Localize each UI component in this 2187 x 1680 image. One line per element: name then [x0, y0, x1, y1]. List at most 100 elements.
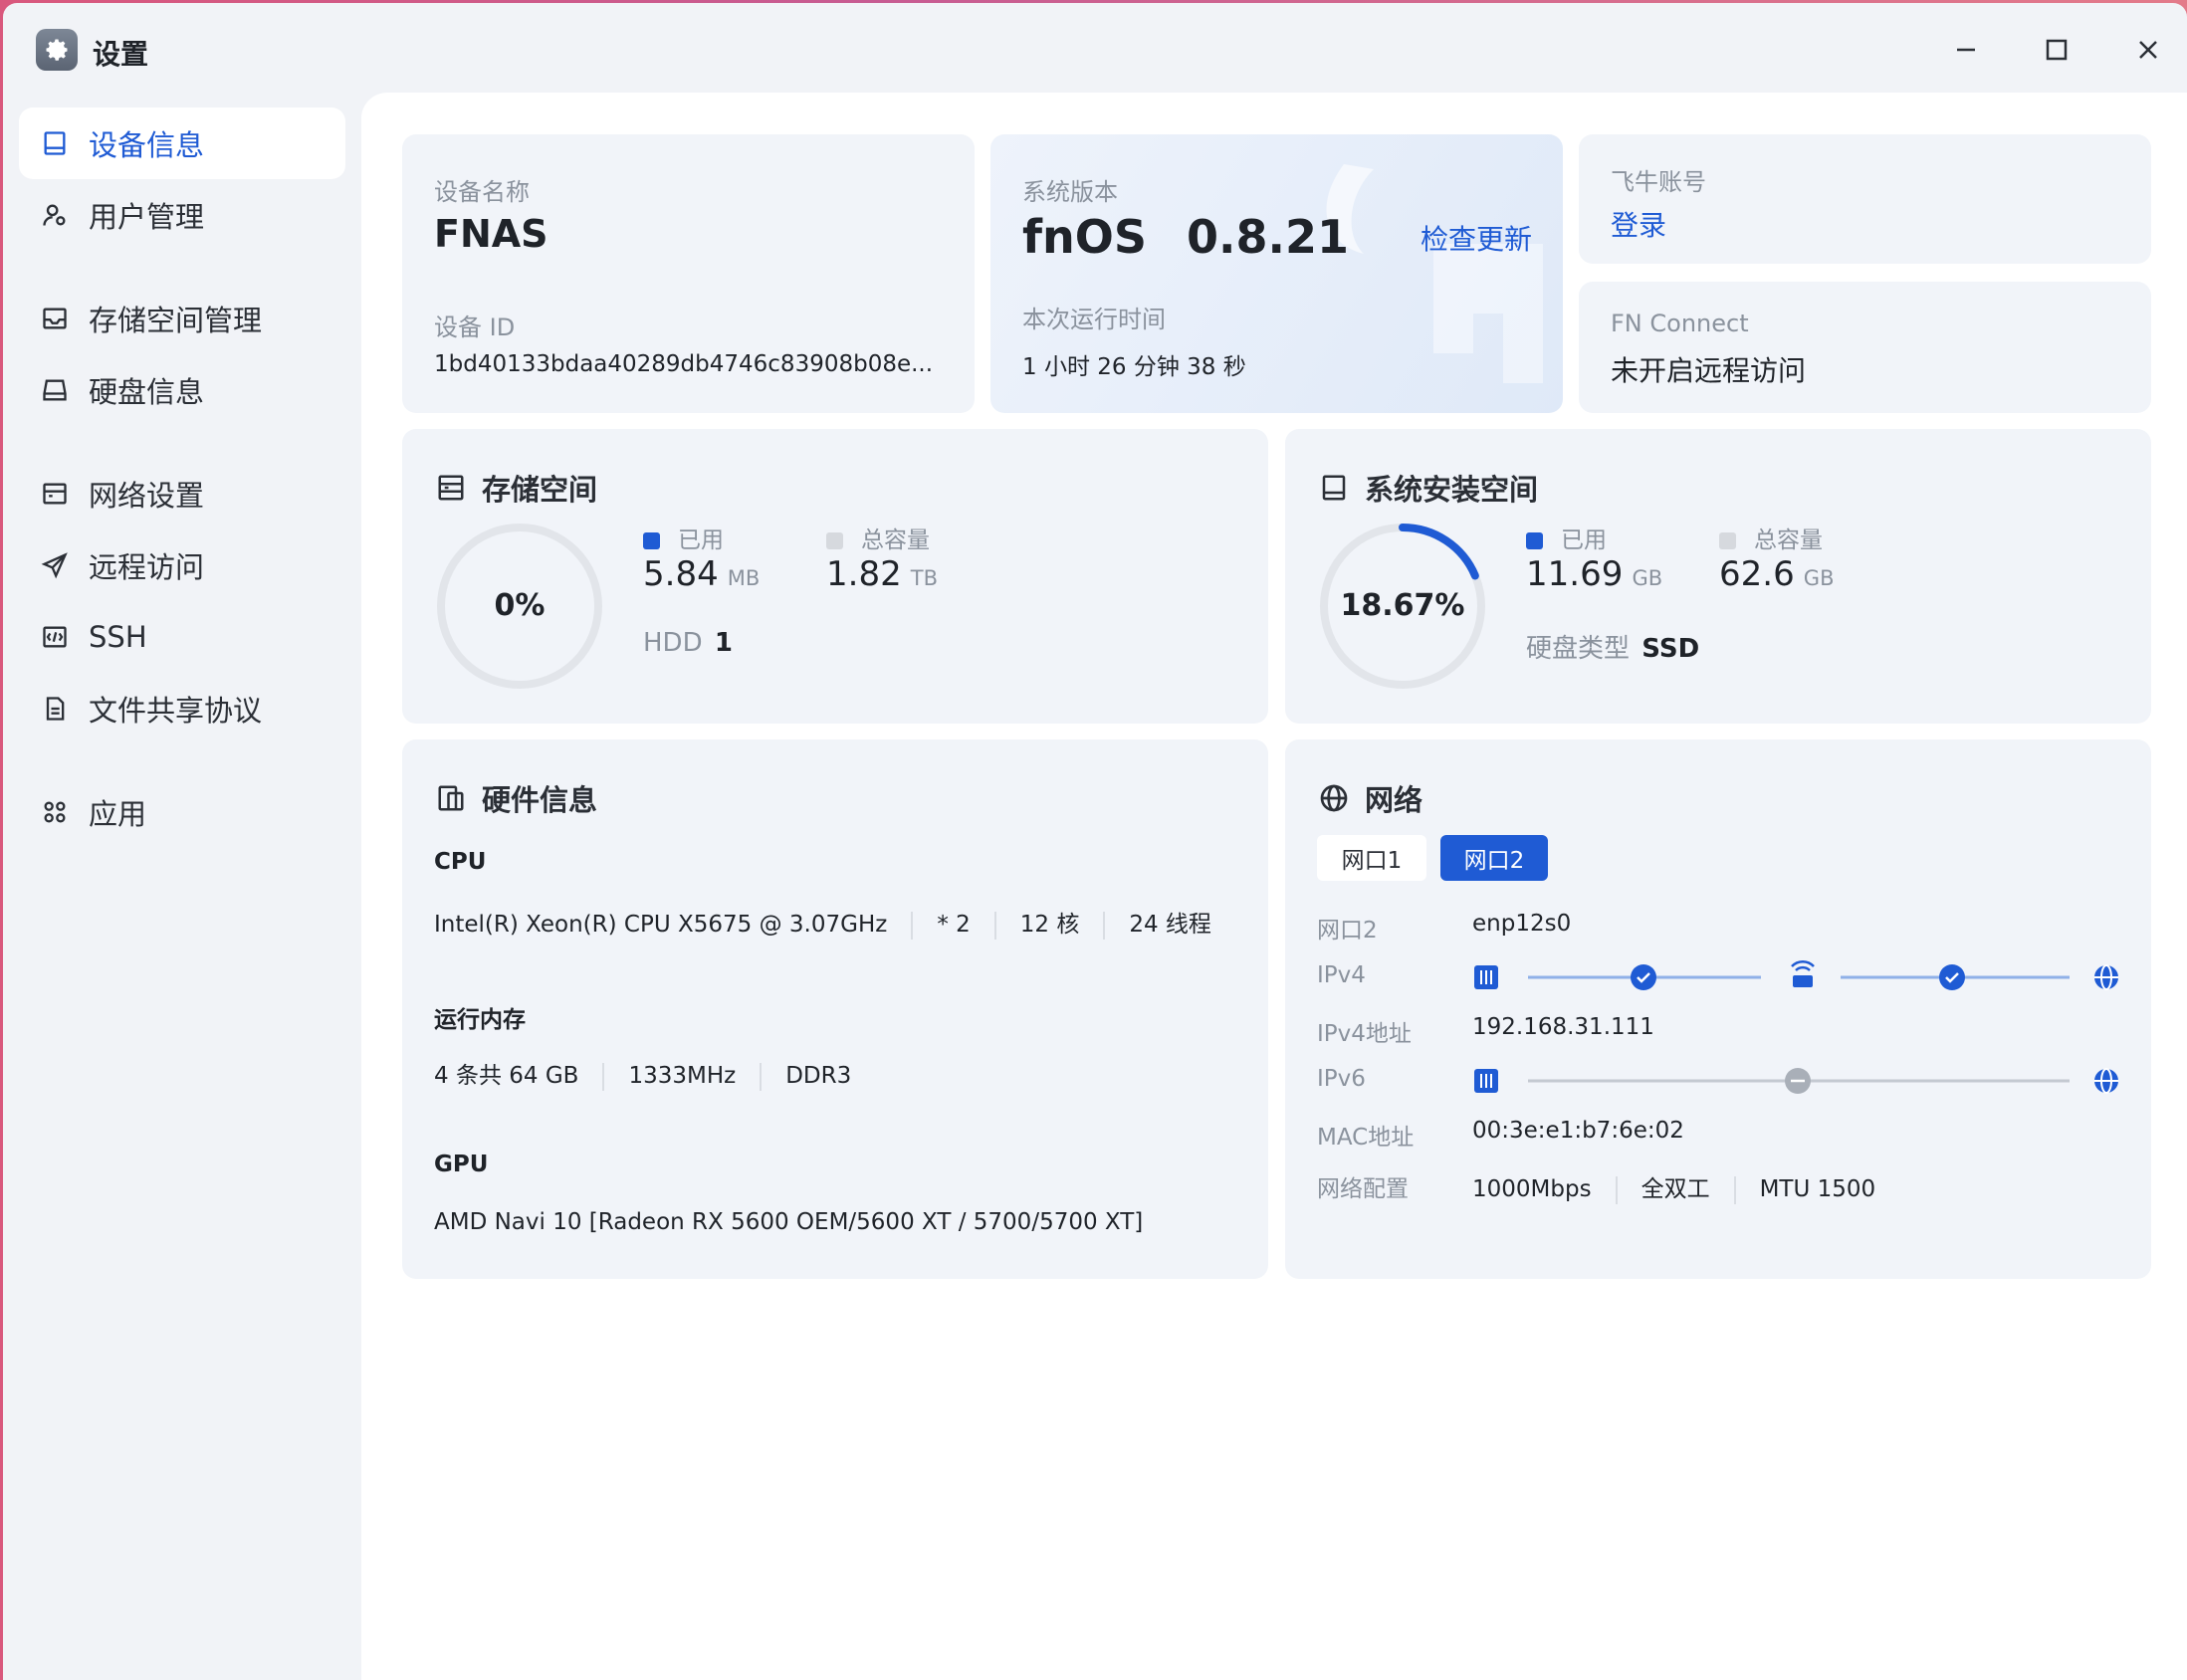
divider [1103, 911, 1106, 940]
memory-size: 4 条共 64 GB [434, 1063, 579, 1089]
divider [760, 1062, 763, 1091]
memory-type: DDR3 [785, 1063, 852, 1089]
ipv4-address-row: IPv4地址 192.168.31.111 [1317, 1014, 2133, 1054]
sysdisk-percent: 18.67% [1340, 588, 1465, 623]
network-config-value: 1000Mbps 全双工 MTU 1500 [1472, 1169, 1875, 1204]
port-value: enp12s0 [1472, 911, 1572, 937]
cpu-model: Intel(R) Xeon(R) CPU X5675 @ 3.07GHz [434, 912, 888, 938]
maximize-icon [2046, 39, 2068, 61]
sysdisk-total-value: 62.6 GB [1719, 554, 1834, 594]
sidebar-item-disk-info[interactable]: 硬盘信息 [19, 354, 345, 426]
hdd-label: HDD [643, 628, 703, 658]
sidebar-item-label: 硬盘信息 [89, 375, 205, 409]
network-title: 网络 [1317, 777, 1422, 819]
file-icon [39, 693, 71, 725]
close-button[interactable] [2123, 25, 2173, 75]
device-card: 设备名称 FNAS 设备 ID 1bd40133bdaa40289db4746c… [402, 134, 975, 413]
settings-window: 设置 设备信息 用户管理 存储空间管理 硬盘信息 网络设置 远程访问 SSH 文… [3, 3, 2187, 1680]
storage-title-text: 存储空间 [482, 473, 598, 507]
sidebar-item-device-info[interactable]: 设备信息 [19, 107, 345, 179]
storage-total-legend: 总容量 [826, 521, 930, 554]
mtu-value: MTU 1500 [1759, 1176, 1876, 1202]
hardware-icon [434, 781, 468, 815]
legend-total-label: 总容量 [1754, 527, 1823, 553]
user-icon [39, 199, 71, 231]
disk-icon [39, 374, 71, 406]
disk-type-label: 硬盘类型 [1526, 634, 1631, 664]
storage-icon [39, 303, 71, 334]
sidebar-item-label: 用户管理 [89, 200, 205, 234]
sysdisk-used-legend: 已用 [1526, 521, 1607, 554]
memory-details: 4 条共 64 GB 1333MHz DDR3 [434, 1056, 851, 1091]
divider [1615, 1175, 1618, 1204]
memory-speed: 1333MHz [628, 1063, 737, 1089]
cpu-details: Intel(R) Xeon(R) CPU X5675 @ 3.07GHz * 2 1… [434, 905, 1211, 940]
sidebar-item-storage-management[interactable]: 存储空间管理 [19, 283, 345, 354]
legend-total-label: 总容量 [861, 527, 930, 553]
minimize-button[interactable] [1941, 25, 1991, 75]
maximize-button[interactable] [2032, 25, 2081, 75]
storage-used-value: 5.84 MB [643, 554, 760, 594]
sidebar: 设备信息 用户管理 存储空间管理 硬盘信息 网络设置 远程访问 SSH 文件共享… [3, 95, 361, 1680]
link-speed: 1000Mbps [1472, 1176, 1592, 1202]
check-icon [1939, 964, 1965, 990]
os-name: fnOS [1022, 210, 1147, 264]
device-name-label: 设备名称 [434, 178, 530, 206]
sysdisk-total-unit: GB [1803, 566, 1835, 590]
legend-used-swatch [1526, 532, 1543, 549]
sidebar-item-user-management[interactable]: 用户管理 [19, 179, 345, 251]
system-install-space-card[interactable]: 系统安装空间 18.67% 已用 总容量 11.69 GB 62.6 GB 硬盘… [1285, 429, 2151, 724]
fn-connect-status: 未开启远程访问 [1611, 354, 1807, 387]
sysdisk-used-number: 11.69 [1526, 554, 1624, 594]
storage-total-number: 1.82 [826, 554, 902, 594]
nas-device-icon [1474, 965, 1498, 989]
version-number: 0.8.21 [1187, 210, 1349, 264]
storage-card[interactable]: 存储空间 0% 已用 总容量 5.84 MB 1.82 TB HDD 1 [402, 429, 1268, 724]
ipv4-row: IPv4 [1317, 959, 2133, 1002]
terminal-icon [39, 621, 71, 653]
fn-connect-card: FN Connect 未开启远程访问 [1579, 282, 2151, 413]
background-decoration [1326, 164, 1543, 383]
sysdisk-used-value: 11.69 GB [1526, 554, 1662, 594]
internet-globe-icon [2094, 1068, 2118, 1094]
tab-port-2[interactable]: 网口2 [1440, 835, 1548, 881]
legend-used-label: 已用 [1561, 527, 1607, 553]
hardware-info-card: 硬件信息 CPU Intel(R) Xeon(R) CPU X5675 @ 3.… [402, 739, 1268, 1279]
divider [602, 1062, 605, 1091]
router-icon [1791, 959, 1815, 987]
device-icon [39, 127, 71, 159]
check-update-link[interactable]: 检查更新 [1421, 218, 1532, 258]
minimize-icon [1957, 48, 1975, 52]
sysdisk-total-number: 62.6 [1719, 554, 1795, 594]
disk-type-value: SSD [1641, 634, 1700, 664]
sysdisk-title: 系统安装空间 [1317, 467, 1538, 509]
port-row: 网口2 enp12s0 [1317, 911, 2133, 950]
sysdisk-used-unit: GB [1632, 566, 1663, 590]
nas-device-icon [1474, 1069, 1498, 1093]
sidebar-item-file-sharing[interactable]: 文件共享协议 [19, 673, 345, 744]
sidebar-item-label: 设备信息 [89, 128, 205, 162]
ipv4-address-key: IPv4地址 [1317, 1021, 1412, 1047]
hardware-title: 硬件信息 [434, 777, 597, 819]
sidebar-item-ssh[interactable]: SSH [19, 601, 345, 673]
storage-space-icon [434, 471, 468, 505]
sidebar-item-remote-access[interactable]: 远程访问 [19, 529, 345, 601]
login-link[interactable]: 登录 [1611, 204, 1666, 244]
hardware-title-text: 硬件信息 [482, 783, 598, 817]
internet-globe-icon [2094, 964, 2118, 990]
account-card: 飞牛账号 登录 [1579, 134, 2151, 264]
tab-port-1[interactable]: 网口1 [1317, 835, 1426, 881]
window-title: 设置 [93, 38, 149, 71]
ipv4-connection-diagram [1474, 959, 2118, 990]
sidebar-item-network-settings[interactable]: 网络设置 [19, 458, 345, 529]
cpu-cores: 12 核 [1019, 912, 1080, 938]
legend-used-swatch [643, 532, 660, 549]
sidebar-item-apps[interactable]: 应用 [19, 776, 345, 848]
system-disk-icon [1317, 471, 1351, 505]
legend-total-swatch [1719, 532, 1736, 549]
storage-title: 存储空间 [434, 467, 597, 509]
device-id: 1bd40133bdaa40289db4746c83908b08e... [434, 351, 934, 377]
disconnected-icon [1785, 1068, 1811, 1094]
check-icon [1631, 964, 1656, 990]
network-icon [39, 478, 71, 510]
